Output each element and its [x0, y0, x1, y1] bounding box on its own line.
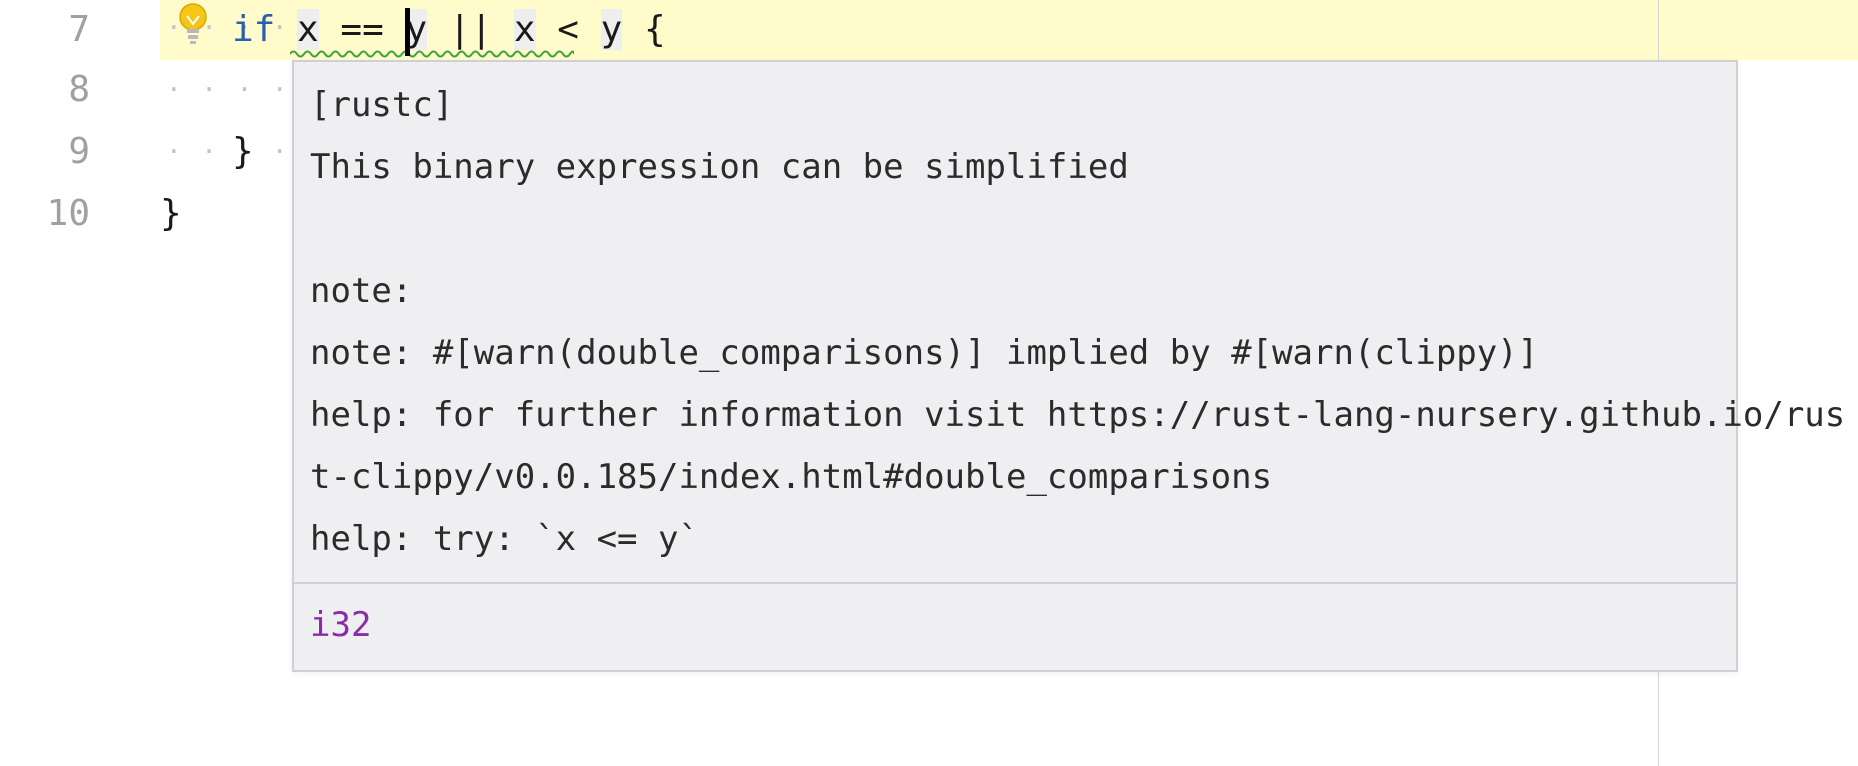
lightbulb-icon[interactable] [176, 2, 210, 48]
tooltip-title: This binary expression can be simplified [310, 147, 1129, 187]
tooltip-note: note: #[warn(double_comparisons)] implie… [310, 333, 1539, 373]
tooltip-source: [rustc] [310, 85, 454, 125]
tooltip-help-suggestion: help: try: `x <= y` [310, 519, 699, 559]
whitespace-markers: · · · · [166, 137, 290, 167]
identifier-y: y [600, 9, 623, 50]
line-number[interactable]: 10 [0, 184, 90, 244]
line-number[interactable]: 8 [0, 60, 90, 120]
type-info: i32 [310, 605, 372, 645]
open-brace: { [644, 9, 666, 50]
line-number[interactable]: 9 [0, 122, 90, 182]
tooltip-message: [rustc] This binary expression can be si… [310, 74, 1845, 570]
tooltip-help-link[interactable]: help: for further information visit http… [310, 384, 1845, 446]
diagnostic-tooltip[interactable]: [rustc] This binary expression can be si… [292, 60, 1845, 672]
tooltip-blank [310, 198, 1720, 260]
line-number[interactable]: 7 [0, 0, 90, 60]
identifier-x: x [297, 9, 319, 50]
tooltip-help-link[interactable]: t-clippy/v0.0.185/index.html#double_comp… [310, 446, 1720, 508]
operator-or: || [448, 9, 493, 50]
text-caret [405, 8, 410, 56]
keyword-if: if [232, 9, 276, 50]
operator-eq: == [340, 9, 384, 50]
operator-lt: < [557, 9, 579, 50]
code-line-10[interactable]: } [160, 184, 182, 244]
warning-squiggle [290, 50, 574, 58]
code-line-9[interactable]: } [232, 122, 254, 182]
tooltip-divider [294, 582, 1736, 584]
tooltip-note: note: [310, 271, 413, 311]
identifier-x: x [513, 9, 536, 50]
code-editor[interactable]: 7 8 9 10 · · · · · · · · · · · · · · · ·… [0, 0, 1858, 766]
